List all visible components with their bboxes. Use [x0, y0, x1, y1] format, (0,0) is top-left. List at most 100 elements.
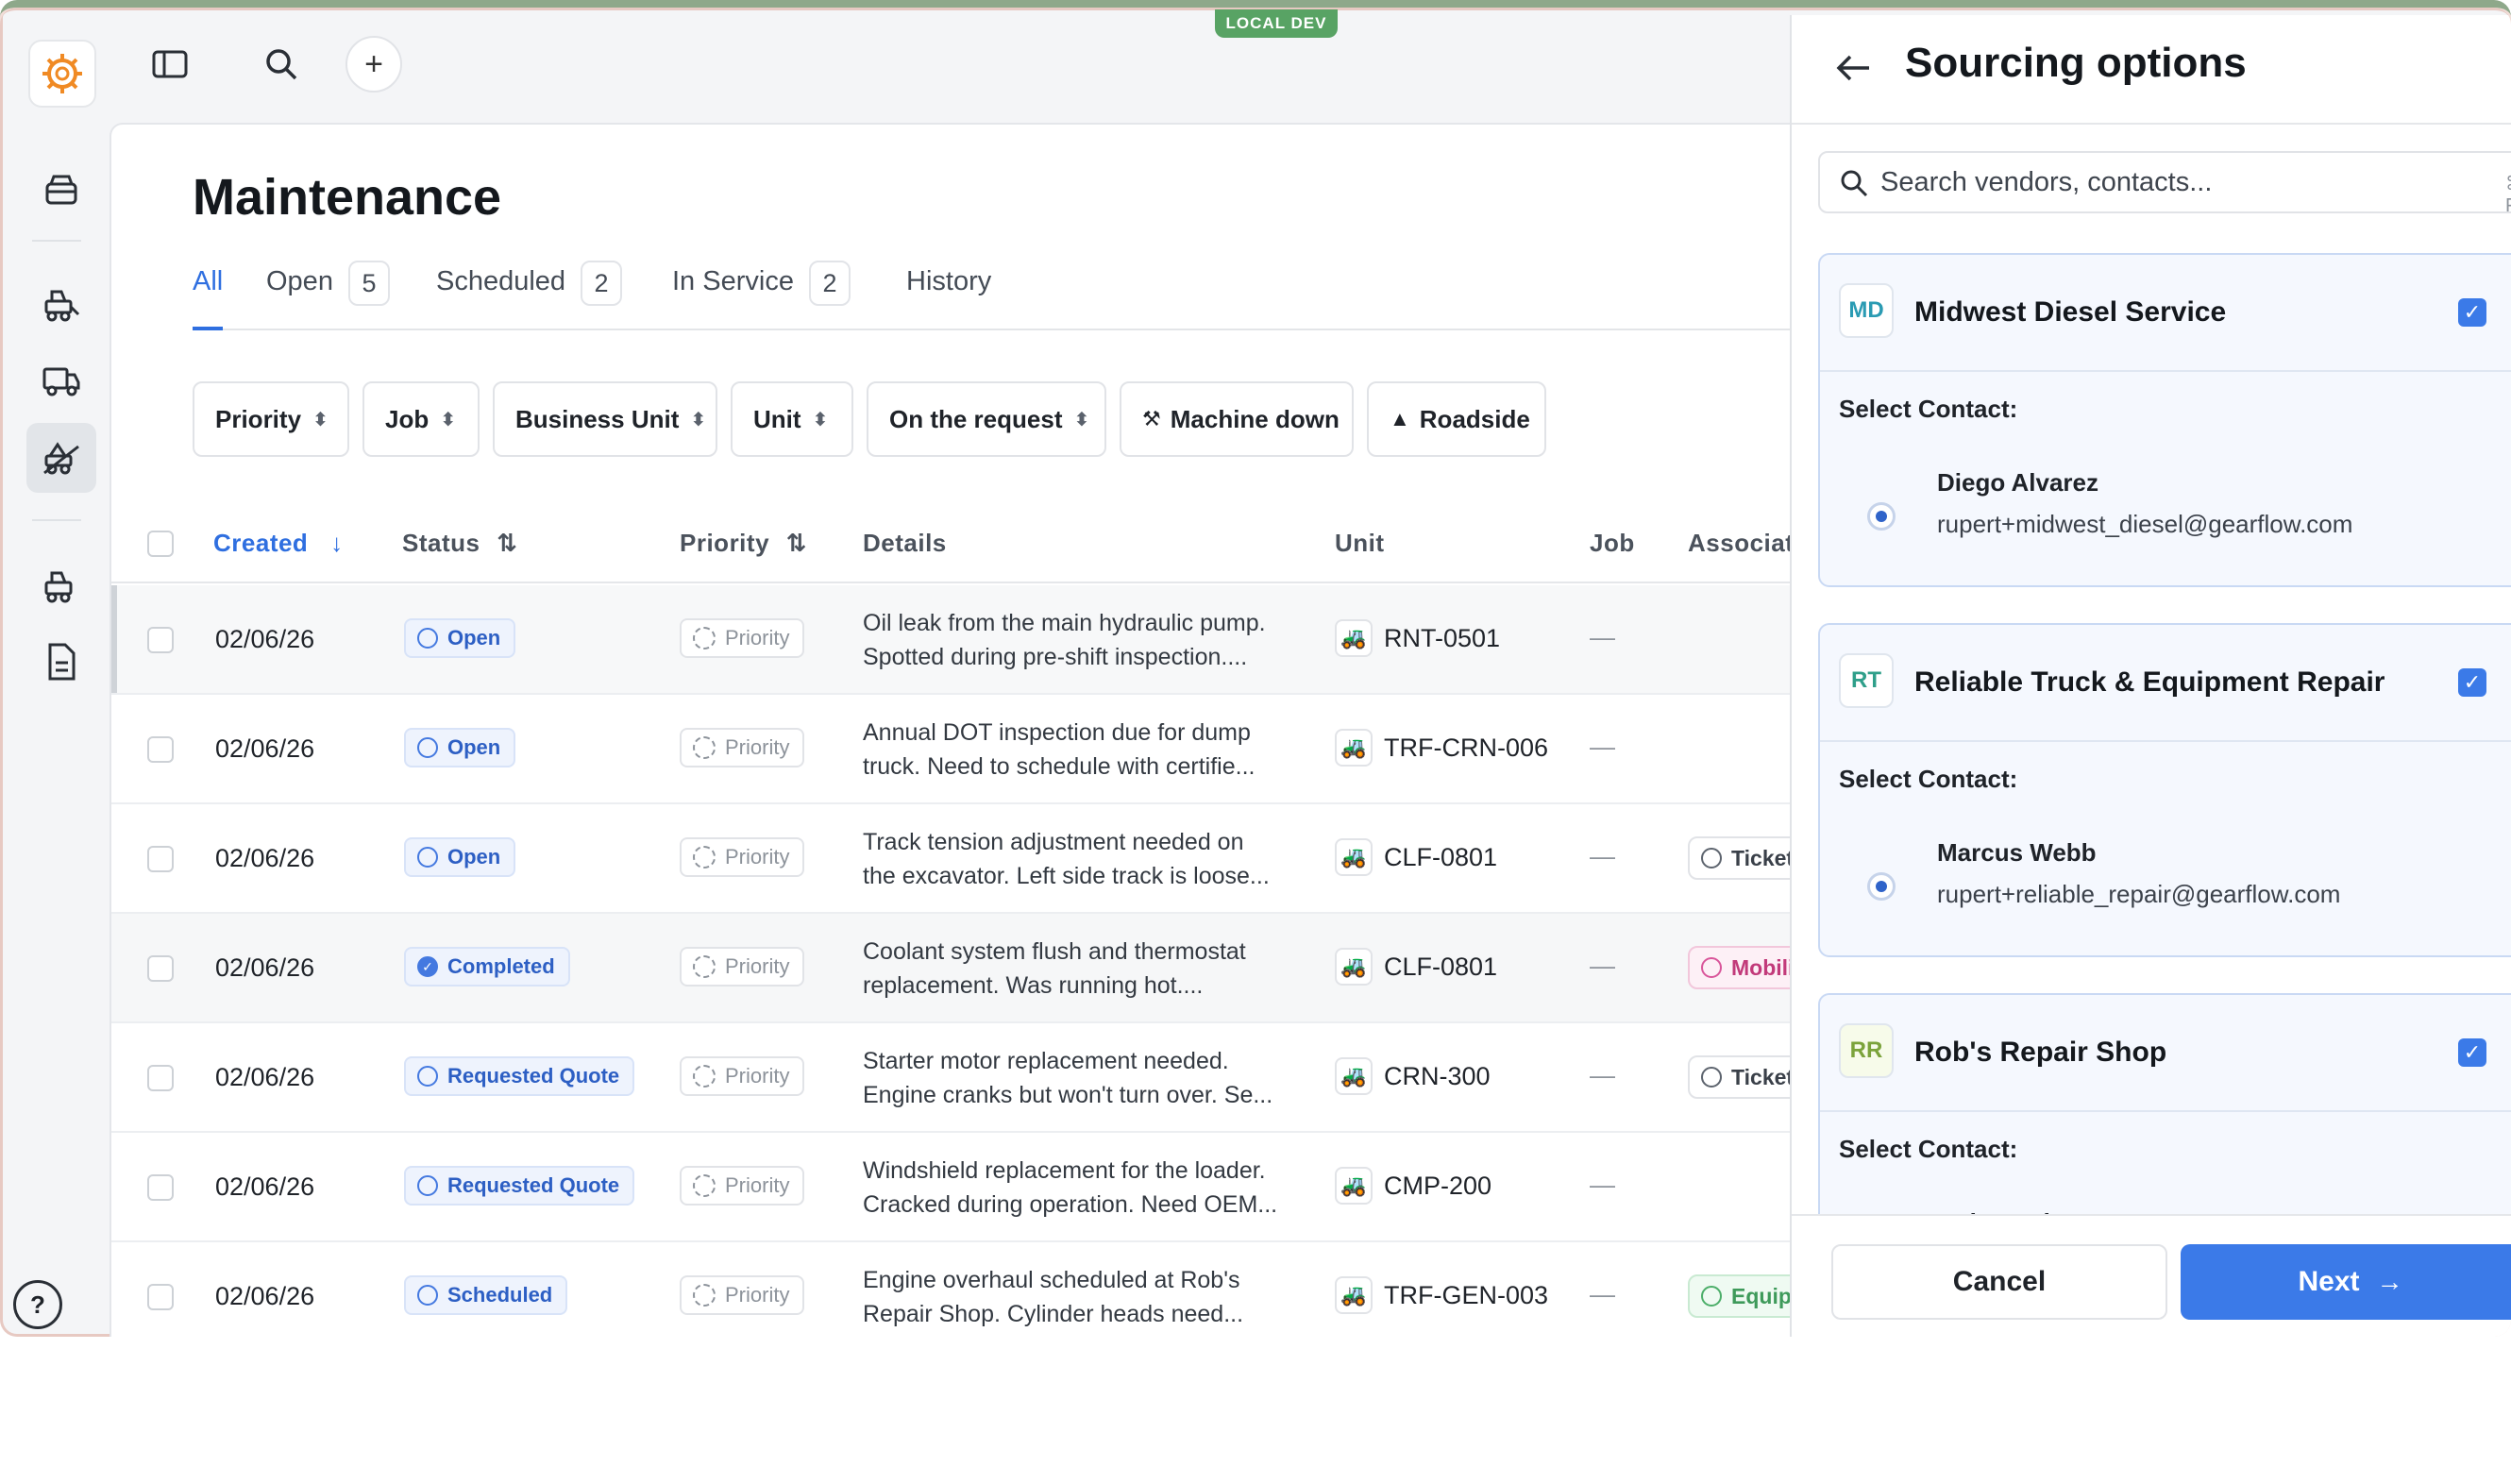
- excavator-icon: 🚜: [1335, 838, 1373, 876]
- contact-radio[interactable]: [1867, 502, 1896, 531]
- table-row[interactable]: 02/06/26 Open Priority Track tension adj…: [111, 804, 1790, 914]
- loader-icon[interactable]: [26, 551, 96, 621]
- priority-badge[interactable]: Priority: [680, 1275, 805, 1315]
- created-date: 02/06/26: [215, 1282, 315, 1310]
- unit-cell[interactable]: 🚜 CLF-0801: [1335, 948, 1497, 986]
- sort-chevrons-icon: ⬍: [690, 409, 707, 430]
- table-row[interactable]: 02/06/26 Open Priority Oil leak from the…: [111, 585, 1790, 695]
- tab-count: 2: [808, 261, 851, 306]
- tab-history[interactable]: History: [906, 266, 991, 330]
- associated-tag[interactable]: Mobili: [1688, 946, 1790, 989]
- column-unit: Unit: [1335, 529, 1385, 557]
- column-job: Job: [1590, 529, 1635, 557]
- priority-badge[interactable]: Priority: [680, 1166, 805, 1206]
- column-status[interactable]: Status ⇅: [402, 529, 518, 558]
- add-button[interactable]: +: [345, 36, 402, 93]
- associated-tag[interactable]: Equip: [1688, 1274, 1790, 1318]
- details-line: Track tension adjustment needed on: [863, 829, 1244, 855]
- tab-label: Scheduled: [436, 266, 566, 296]
- row-checkbox[interactable]: [147, 736, 174, 763]
- table-row[interactable]: 02/06/26 ✓ Completed Priority Coolant sys…: [111, 914, 1790, 1023]
- tab-open[interactable]: Open 5: [266, 261, 390, 330]
- app-window: LOCAL DEV ? + Maintenance All Open 5 Sch…: [0, 0, 2511, 1337]
- contact-radio[interactable]: [1867, 872, 1896, 901]
- vendor-search-field[interactable]: ⌘ F: [1818, 151, 2511, 216]
- select-contact-label: Select Contact:: [1839, 1135, 2018, 1163]
- table-row[interactable]: 02/06/26 Scheduled Priority Engine overh…: [111, 1242, 1790, 1337]
- vendor-checkbox[interactable]: ✓: [2458, 298, 2486, 327]
- help-icon[interactable]: ?: [13, 1280, 62, 1329]
- excavator-icon: 🚜: [1335, 948, 1373, 986]
- sidebar-toggle-icon[interactable]: [142, 36, 198, 93]
- job-cell: —: [1590, 1171, 1615, 1199]
- next-button[interactable]: Next →: [2181, 1244, 2511, 1320]
- unit-cell[interactable]: 🚜 TRF-GEN-003: [1335, 1276, 1548, 1314]
- row-checkbox[interactable]: [147, 1284, 174, 1310]
- equipment-icon[interactable]: [26, 270, 96, 340]
- tab-all[interactable]: All: [193, 266, 224, 330]
- row-checkbox[interactable]: [147, 846, 174, 872]
- row-checkbox[interactable]: [147, 955, 174, 982]
- inbox-icon[interactable]: [26, 155, 96, 225]
- table-header: Created ↓ Status ⇅ Priority ⇅ Details Un…: [111, 502, 1790, 583]
- row-checkbox[interactable]: [147, 1065, 174, 1091]
- priority-badge[interactable]: Priority: [680, 618, 805, 658]
- search-icon[interactable]: [253, 36, 310, 93]
- business-unit-filter[interactable]: Business Unit ⬍: [493, 381, 717, 457]
- vendor-header: MD Midwest Diesel Service ✓: [1820, 255, 2511, 372]
- table-row[interactable]: 02/06/26 Open Priority Annual DOT inspec…: [111, 695, 1790, 804]
- back-arrow-icon[interactable]: [1833, 47, 1875, 89]
- app-logo-icon[interactable]: [28, 40, 96, 108]
- maintenance-icon[interactable]: [26, 423, 96, 493]
- truck-icon[interactable]: [26, 346, 96, 415]
- priority-badge[interactable]: Priority: [680, 947, 805, 987]
- unit-label: CLF-0801: [1384, 952, 1498, 981]
- status-badge: Open: [404, 728, 516, 767]
- vendor-search-input[interactable]: [1880, 160, 2447, 204]
- unit-cell[interactable]: 🚜 RNT-0501: [1335, 619, 1500, 657]
- document-icon[interactable]: [26, 627, 96, 697]
- row-checkbox[interactable]: [147, 1174, 174, 1201]
- job-filter[interactable]: Job ⬍: [362, 381, 480, 457]
- job-cell: —: [1590, 952, 1615, 980]
- priority-badge[interactable]: Priority: [680, 1056, 805, 1096]
- table-row[interactable]: 02/06/26 Requested Quote Priority Starte…: [111, 1023, 1790, 1133]
- vendor-checkbox[interactable]: ✓: [2458, 1038, 2486, 1067]
- open-status-icon: [417, 628, 438, 649]
- search-icon: [1839, 168, 1869, 198]
- vendor-checkbox[interactable]: ✓: [2458, 668, 2486, 697]
- cancel-button[interactable]: Cancel: [1831, 1244, 2167, 1320]
- associated-tag[interactable]: Ticket: [1688, 1055, 1790, 1099]
- on-the-request-filter[interactable]: On the request ⬍: [867, 381, 1106, 457]
- contact-name: Marcus Webb: [1937, 838, 2097, 867]
- rail-divider: [32, 240, 81, 242]
- associated-tag[interactable]: Ticket: [1688, 836, 1790, 880]
- priority-badge[interactable]: Priority: [680, 728, 805, 767]
- rail-divider: [32, 519, 81, 521]
- tab-scheduled[interactable]: Scheduled 2: [436, 261, 623, 330]
- vendor-name: Rob's Repair Shop: [1914, 1037, 2167, 1068]
- unit-cell[interactable]: 🚜 TRF-CRN-006: [1335, 729, 1548, 767]
- status-label: Completed: [447, 954, 555, 978]
- unit-cell[interactable]: 🚜 CMP-200: [1335, 1167, 1491, 1205]
- vendor-card[interactable]: MD Midwest Diesel Service ✓ Select Conta…: [1818, 253, 2511, 587]
- table-row[interactable]: 02/06/26 Requested Quote Priority Windsh…: [111, 1133, 1790, 1242]
- priority-badge[interactable]: Priority: [680, 837, 805, 877]
- column-priority[interactable]: Priority ⇅: [680, 529, 807, 558]
- status-label: Scheduled: [447, 1283, 553, 1307]
- select-all-checkbox[interactable]: [147, 531, 174, 557]
- unit-cell[interactable]: 🚜 CRN-300: [1335, 1057, 1491, 1095]
- priority-filter[interactable]: Priority ⬍: [193, 381, 349, 457]
- row-checkbox[interactable]: [147, 627, 174, 653]
- roadside-filter[interactable]: ▲ Roadside: [1367, 381, 1546, 457]
- tab-label: History: [906, 266, 992, 296]
- tab-in-service[interactable]: In Service 2: [672, 261, 851, 330]
- vendor-card[interactable]: RT Reliable Truck & Equipment Repair ✓ S…: [1818, 623, 2511, 957]
- unit-filter[interactable]: Unit ⬍: [731, 381, 853, 457]
- contact-name: Diego Alvarez: [1937, 468, 2098, 497]
- status-label: Requested Quote: [447, 1173, 620, 1197]
- machine-down-filter[interactable]: ⚒ Machine down: [1120, 381, 1354, 457]
- vendor-header: RR Rob's Repair Shop ✓: [1820, 995, 2511, 1112]
- unit-cell[interactable]: 🚜 CLF-0801: [1335, 838, 1497, 876]
- column-created[interactable]: Created ↓: [213, 529, 344, 558]
